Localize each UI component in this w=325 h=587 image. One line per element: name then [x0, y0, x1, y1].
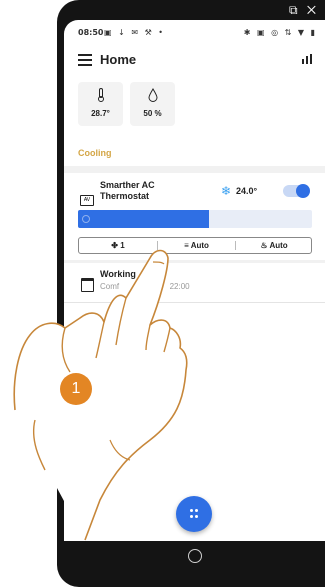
- pointing-hand-illustration: [13, 249, 188, 541]
- step-number-badge: 1: [60, 373, 92, 405]
